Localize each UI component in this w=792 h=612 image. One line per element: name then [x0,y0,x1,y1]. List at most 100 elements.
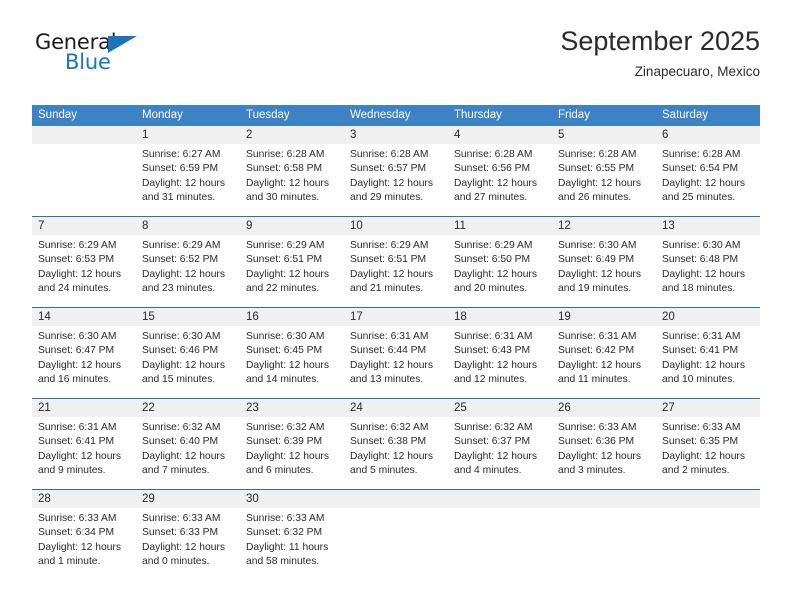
day-cell-3[interactable]: Sunrise: 6:28 AM Sunset: 6:57 PM Daylight:… [344,144,448,216]
day-cell-15[interactable]: Sunrise: 6:30 AM Sunset: 6:46 PM Daylight:… [136,326,240,398]
day-number-27[interactable]: 27 [656,399,760,417]
day-cell-2[interactable]: Sunrise: 6:28 AM Sunset: 6:58 PM Daylight:… [240,144,344,216]
day-detail-line: Daylight: 12 hours [662,450,745,462]
day-detail-line: Daylight: 12 hours [142,268,225,280]
day-cell-23[interactable]: Sunrise: 6:32 AM Sunset: 6:39 PM Daylight:… [240,417,344,489]
week-day-bodies: Sunrise: 6:27 AM Sunset: 6:59 PM Daylight:… [32,144,760,216]
page-title: September 2025 [560,26,760,56]
day-detail-line: and 9 minutes. [38,464,106,476]
day-cell-29[interactable]: Sunrise: 6:33 AM Sunset: 6:33 PM Daylight:… [136,508,240,580]
day-detail-line: Sunset: 6:41 PM [662,345,739,357]
day-detail-line: Sunrise: 6:32 AM [246,422,325,433]
day-number-23[interactable]: 23 [240,399,344,417]
day-cell-16[interactable]: Sunrise: 6:30 AM Sunset: 6:45 PM Daylight:… [240,326,344,398]
day-number-3[interactable]: 3 [344,126,448,144]
day-detail-line: Sunset: 6:38 PM [350,436,427,448]
day-number-11[interactable]: 11 [448,217,552,235]
day-number-1[interactable]: 1 [136,126,240,144]
day-cell-6[interactable]: Sunrise: 6:28 AM Sunset: 6:54 PM Daylight:… [656,144,760,216]
day-cell-30[interactable]: Sunrise: 6:33 AM Sunset: 6:32 PM Daylight:… [240,508,344,580]
page-subtitle: Zinapecuaro, Mexico [634,64,760,80]
day-number-5[interactable]: 5 [552,126,656,144]
day-detail-line: Sunset: 6:51 PM [246,254,323,266]
day-number-22[interactable]: 22 [136,399,240,417]
day-detail-line: Sunset: 6:40 PM [142,436,219,448]
day-cell-9[interactable]: Sunrise: 6:29 AM Sunset: 6:51 PM Daylight:… [240,235,344,307]
day-detail-line: Sunrise: 6:29 AM [246,240,325,251]
day-detail-line: Daylight: 12 hours [350,177,433,189]
day-cell-27[interactable]: Sunrise: 6:33 AM Sunset: 6:35 PM Daylight:… [656,417,760,489]
day-number-25[interactable]: 25 [448,399,552,417]
day-detail-line: Sunrise: 6:33 AM [662,422,741,433]
day-number-12[interactable]: 12 [552,217,656,235]
day-cell-20[interactable]: Sunrise: 6:31 AM Sunset: 6:41 PM Daylight:… [656,326,760,398]
day-detail-line: Daylight: 12 hours [558,450,641,462]
day-number-16[interactable]: 16 [240,308,344,326]
day-detail-line: Sunrise: 6:31 AM [558,331,637,342]
day-cell-24[interactable]: Sunrise: 6:32 AM Sunset: 6:38 PM Daylight:… [344,417,448,489]
day-number-15[interactable]: 15 [136,308,240,326]
day-number-10[interactable]: 10 [344,217,448,235]
day-detail-line: Sunset: 6:37 PM [454,436,531,448]
day-detail-line: Daylight: 12 hours [558,268,641,280]
day-number-6[interactable]: 6 [656,126,760,144]
day-cell-7[interactable]: Sunrise: 6:29 AM Sunset: 6:53 PM Daylight:… [32,235,136,307]
day-number-26[interactable]: 26 [552,399,656,417]
day-cell-25[interactable]: Sunrise: 6:32 AM Sunset: 6:37 PM Daylight:… [448,417,552,489]
day-cell-12[interactable]: Sunrise: 6:30 AM Sunset: 6:49 PM Daylight:… [552,235,656,307]
day-detail-line: Daylight: 12 hours [142,541,225,553]
day-number-13[interactable]: 13 [656,217,760,235]
week-day-bodies: Sunrise: 6:30 AM Sunset: 6:47 PM Daylight:… [32,326,760,398]
day-cell-14[interactable]: Sunrise: 6:30 AM Sunset: 6:47 PM Daylight:… [32,326,136,398]
day-number-30[interactable]: 30 [240,490,344,508]
day-number-20[interactable]: 20 [656,308,760,326]
day-cell-13[interactable]: Sunrise: 6:30 AM Sunset: 6:48 PM Daylight:… [656,235,760,307]
day-cell-26[interactable]: Sunrise: 6:33 AM Sunset: 6:36 PM Daylight:… [552,417,656,489]
day-number-empty [656,490,760,508]
day-number-9[interactable]: 9 [240,217,344,235]
day-cell-8[interactable]: Sunrise: 6:29 AM Sunset: 6:52 PM Daylight:… [136,235,240,307]
weekday-header-friday: Friday [558,109,590,121]
day-number-28[interactable]: 28 [32,490,136,508]
day-detail-line: Sunset: 6:51 PM [350,254,427,266]
day-detail-line: Daylight: 12 hours [246,359,329,371]
day-detail-line: Daylight: 12 hours [662,268,745,280]
day-detail-line: Sunrise: 6:27 AM [142,149,221,160]
day-detail-line: and 25 minutes. [662,191,736,203]
day-cell-5[interactable]: Sunrise: 6:28 AM Sunset: 6:55 PM Daylight:… [552,144,656,216]
day-number-21[interactable]: 21 [32,399,136,417]
day-number-29[interactable]: 29 [136,490,240,508]
day-number-17[interactable]: 17 [344,308,448,326]
day-detail-line: Daylight: 11 hours [246,541,329,553]
day-cell-22[interactable]: Sunrise: 6:32 AM Sunset: 6:40 PM Daylight:… [136,417,240,489]
day-detail-line: Daylight: 12 hours [246,177,329,189]
day-detail-line: Daylight: 12 hours [38,359,121,371]
day-number-19[interactable]: 19 [552,308,656,326]
day-number-7[interactable]: 7 [32,217,136,235]
day-number-empty [32,126,136,144]
day-cell-19[interactable]: Sunrise: 6:31 AM Sunset: 6:42 PM Daylight:… [552,326,656,398]
day-detail-line: Daylight: 12 hours [142,359,225,371]
day-cell-17[interactable]: Sunrise: 6:31 AM Sunset: 6:44 PM Daylight:… [344,326,448,398]
day-number-18[interactable]: 18 [448,308,552,326]
week-day-bodies: Sunrise: 6:33 AM Sunset: 6:34 PM Daylight:… [32,508,760,580]
day-cell-10[interactable]: Sunrise: 6:29 AM Sunset: 6:51 PM Daylight:… [344,235,448,307]
day-cell-1[interactable]: Sunrise: 6:27 AM Sunset: 6:59 PM Daylight:… [136,144,240,216]
day-detail-line: Daylight: 12 hours [454,268,537,280]
day-detail-line: Daylight: 12 hours [350,268,433,280]
day-cell-28[interactable]: Sunrise: 6:33 AM Sunset: 6:34 PM Daylight:… [32,508,136,580]
day-detail-line: Sunset: 6:36 PM [558,436,635,448]
general-blue-logo[interactable]: General Blue [35,32,155,82]
day-cell-11[interactable]: Sunrise: 6:29 AM Sunset: 6:50 PM Daylight:… [448,235,552,307]
day-number-4[interactable]: 4 [448,126,552,144]
day-number-2[interactable]: 2 [240,126,344,144]
day-cell-21[interactable]: Sunrise: 6:31 AM Sunset: 6:41 PM Daylight:… [32,417,136,489]
day-number-14[interactable]: 14 [32,308,136,326]
day-number-8[interactable]: 8 [136,217,240,235]
day-number-24[interactable]: 24 [344,399,448,417]
calendar-week-row: 28 29 30 Sunrise: 6:33 AM Sunset: 6:34 PM Day… [32,489,760,580]
day-detail-line: and 7 minutes. [142,464,210,476]
day-detail-line: Sunset: 6:33 PM [142,527,219,539]
day-cell-18[interactable]: Sunrise: 6:31 AM Sunset: 6:43 PM Daylight:… [448,326,552,398]
day-cell-4[interactable]: Sunrise: 6:28 AM Sunset: 6:56 PM Daylight:… [448,144,552,216]
